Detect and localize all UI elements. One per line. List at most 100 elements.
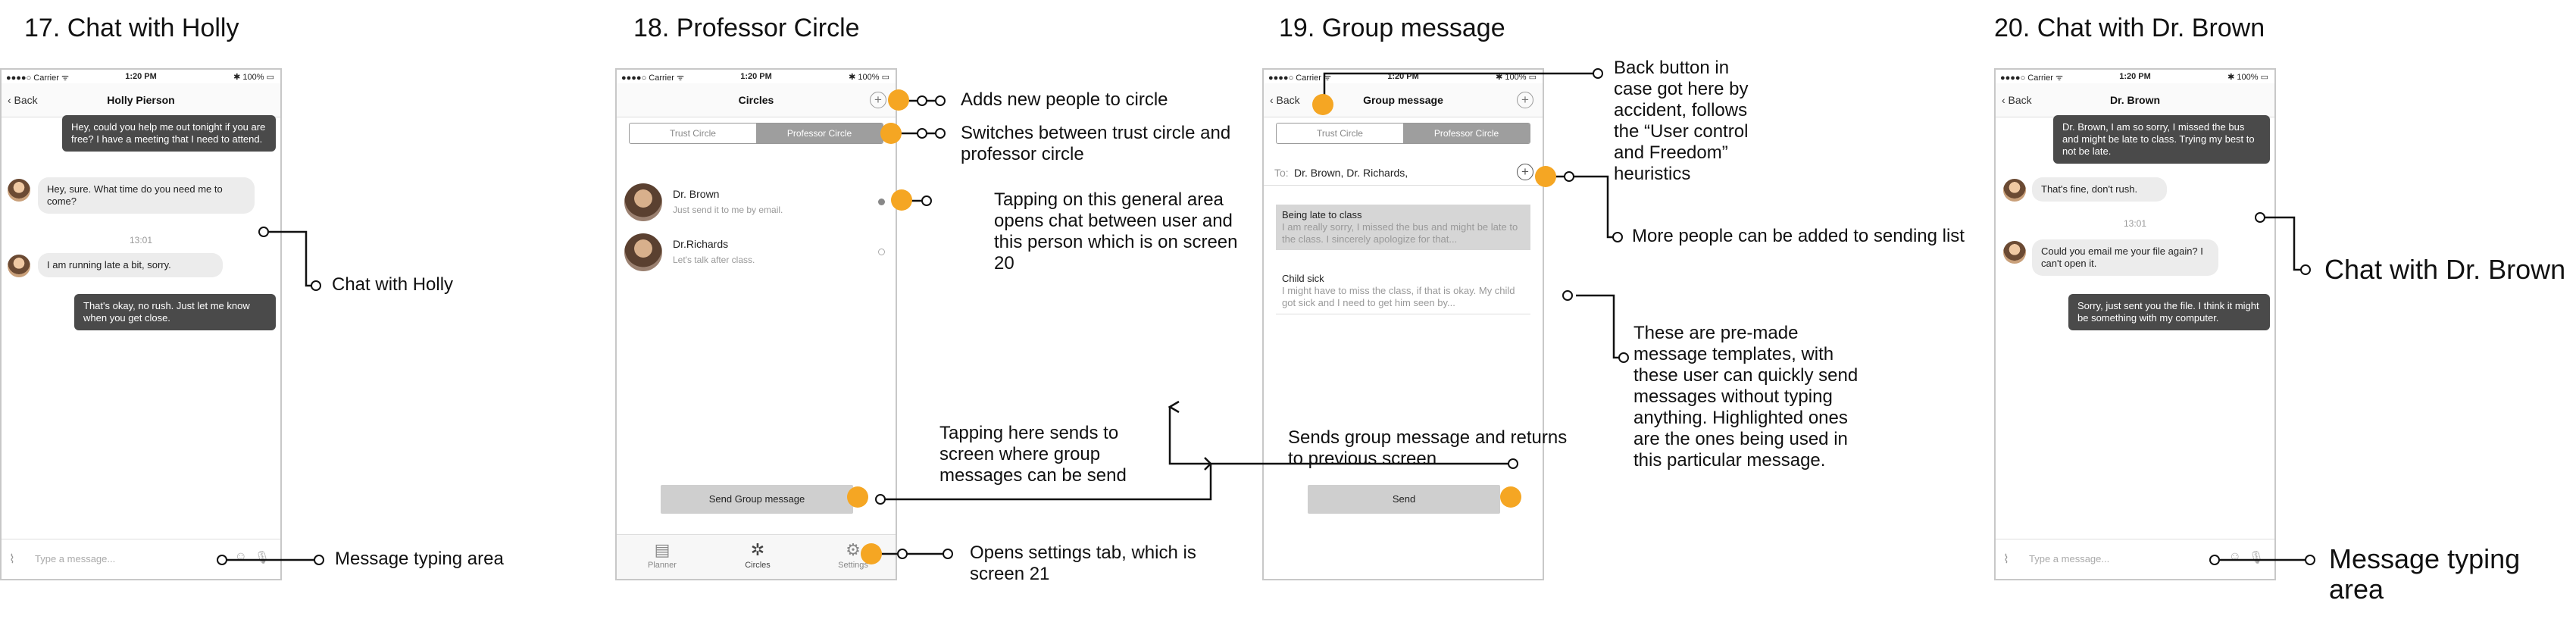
status-bar: ●●●●○ Carrier ᯤ 1:20 PM ✱ 100% ▭	[1264, 70, 1543, 83]
connector-endpoint	[917, 95, 927, 106]
message-bubble-received: Could you email me your file again? I ca…	[2032, 239, 2218, 276]
send-button[interactable]: Send	[1308, 485, 1500, 514]
message-input[interactable]: Type a message...	[2029, 553, 2109, 564]
circles-title: Circles	[738, 94, 774, 106]
message-bubble-sent: Sorry, just sent you the file. I think i…	[2068, 294, 2270, 330]
phone-screen-17: ●●●●○ Carrier ᯤ 1:20 PM ✱ 100% ▭ ‹ Back …	[0, 68, 282, 580]
contact-row-dr-richards[interactable]: Dr.Richards Let's talk after class.	[617, 229, 896, 276]
annotation-more-people: More people can be added to sending list	[1632, 226, 1965, 246]
hotspot-marker	[1500, 486, 1521, 508]
annotation-back-button: Back button in case got here by accident…	[1614, 58, 1749, 184]
connector-endpoint	[258, 227, 269, 237]
connector-endpoint	[921, 195, 932, 206]
avatar	[624, 233, 662, 271]
tab-trust-circle[interactable]: Trust Circle	[1277, 124, 1403, 143]
tab-professor-circle[interactable]: Professor Circle	[756, 124, 883, 143]
add-recipient-icon[interactable]: +	[1517, 164, 1533, 180]
recipient-list: Dr. Brown, Dr. Richards,	[1294, 167, 1408, 179]
annotation-chat-with-brown: Chat with Dr. Brown	[2324, 254, 2566, 285]
tab-label: Circles	[745, 561, 771, 570]
to-label: To:	[1274, 167, 1289, 179]
contact-row-dr-brown[interactable]: Dr. Brown Just send it to me by email.	[617, 179, 896, 226]
screen-18-title: 18. Professor Circle	[633, 14, 860, 42]
annotation-chat-with-holly: Chat with Holly	[332, 274, 454, 295]
hotspot-marker	[847, 486, 868, 508]
connector-endpoint	[935, 128, 946, 139]
message-bubble-received: I am running late a bit, sorry.	[38, 253, 223, 277]
recipient-field[interactable]: To: Dr. Brown, Dr. Richards, +	[1264, 159, 1543, 186]
annotation-tapping-here-sends: Tapping here sends to screen where group…	[939, 423, 1127, 486]
message-input-bar: ⌇ Type a message... ☺ 🎙	[1996, 539, 2274, 579]
avatar	[8, 179, 30, 202]
phone-screen-20: ●●●●○ Carrier ᯤ 1:20 PM ✱ 100% ▭ ‹ Back …	[1994, 68, 2276, 580]
annotation-adds-people: Adds new people to circle	[961, 89, 1168, 110]
microphone-icon[interactable]: 🎙	[2249, 550, 2264, 565]
message-bubble-sent: That's okay, no rush. Just let me know w…	[74, 294, 276, 330]
screen-17-title: 17. Chat with Holly	[24, 14, 239, 42]
connector-endpoint	[1562, 290, 1573, 301]
connector-endpoint	[2255, 212, 2265, 223]
nav-bar: ‹ Back Dr. Brown	[1996, 83, 2274, 117]
add-recipient-icon[interactable]: +	[1517, 92, 1533, 108]
avatar	[624, 183, 662, 221]
battery-indicator: ✱ 100% ▭	[1496, 73, 1537, 82]
avatar	[2003, 241, 2026, 264]
nav-bar: ‹ Back Group message +	[1264, 83, 1543, 117]
connector-templates	[1576, 294, 1621, 359]
hotspot-marker	[861, 543, 882, 564]
tab-trust-circle[interactable]: Trust Circle	[630, 124, 756, 143]
annotation-sends-group: Sends group message and returns to previ…	[1288, 427, 1568, 469]
read-dot-icon	[878, 249, 885, 255]
contact-name: Dr. Brown	[673, 188, 720, 200]
connector-endpoint	[2209, 555, 2220, 565]
connector-endpoint	[1618, 352, 1629, 363]
microphone-icon[interactable]: 🎙	[255, 550, 270, 565]
planner-icon: ▤	[654, 540, 671, 559]
connector-endpoint	[1593, 68, 1603, 79]
contact-last-message: Just send it to me by email.	[673, 205, 783, 215]
connector-endpoint	[2305, 555, 2315, 565]
message-template-being-late[interactable]: Being late to class I am really sorry, I…	[1276, 205, 1530, 250]
avatar	[8, 255, 30, 277]
chat-title: Dr. Brown	[2109, 94, 2161, 106]
contact-name: Dr.Richards	[673, 238, 729, 250]
message-bubble-sent: Dr. Brown, I am so sorry, I missed the b…	[2053, 115, 2270, 164]
template-title: Being late to class	[1282, 209, 1362, 220]
message-bubble-sent: Hey, could you help me out tonight if yo…	[62, 115, 276, 152]
paperclip-icon[interactable]: ⌇	[9, 552, 15, 567]
battery-indicator: ✱ 100% ▭	[2227, 73, 2268, 82]
template-title: Child sick	[1282, 273, 1324, 284]
nav-bar: ‹ Back Holly Pierson	[2, 83, 280, 117]
avatar	[2003, 179, 2026, 202]
template-body: I am really sorry, I missed the bus and …	[1282, 221, 1518, 245]
send-group-message-button[interactable]: Send Group message	[661, 485, 853, 514]
connector-more-people	[1549, 175, 1615, 239]
status-bar: ●●●●○ Carrier ᯤ 1:20 PM ✱ 100% ▭	[1996, 70, 2274, 83]
connector-endpoint	[311, 280, 321, 291]
circles-icon: ✲	[750, 540, 765, 559]
screen-20-title: 20. Chat with Dr. Brown	[1994, 14, 2265, 42]
add-person-icon[interactable]: +	[870, 92, 886, 108]
message-input[interactable]: Type a message...	[35, 553, 115, 564]
emoji-icon[interactable]: ☺	[2229, 550, 2241, 564]
paperclip-icon[interactable]: ⌇	[2003, 552, 2009, 567]
message-timestamp: 13:01	[2123, 218, 2147, 229]
annotation-opens-settings: Opens settings tab, which is screen 21	[970, 543, 1196, 584]
hotspot-marker	[880, 123, 902, 144]
connector-endpoint	[897, 549, 908, 559]
tab-professor-circle[interactable]: Professor Circle	[1403, 124, 1530, 143]
tab-circles[interactable]: ✲ Circles	[727, 539, 788, 570]
tab-label: Planner	[648, 561, 677, 570]
connector-endpoint	[314, 555, 324, 565]
tab-bar: ▤ Planner ✲ Circles ⚙ Settings	[617, 534, 896, 579]
tab-planner[interactable]: ▤ Planner	[632, 539, 692, 570]
connector-endpoint	[875, 494, 886, 505]
message-template-child-sick[interactable]: Child sick I might have to miss the clas…	[1276, 268, 1530, 314]
hotspot-marker	[891, 189, 912, 211]
emoji-icon[interactable]: ☺	[235, 550, 247, 564]
annotation-message-typing-area: Message typing area	[335, 549, 504, 569]
connector-endpoint	[935, 95, 946, 106]
status-bar: ●●●●○ Carrier ᯤ 1:20 PM ✱ 100% ▭	[617, 70, 896, 83]
annotation-switches-circle: Switches between trust circle and profes…	[961, 123, 1231, 164]
connector-endpoint	[217, 555, 227, 565]
